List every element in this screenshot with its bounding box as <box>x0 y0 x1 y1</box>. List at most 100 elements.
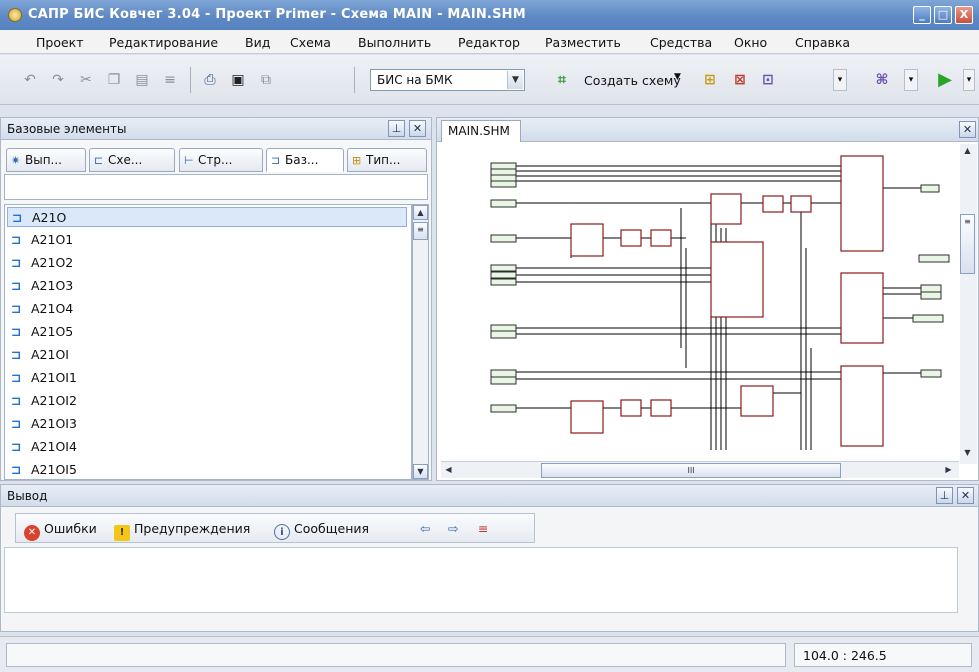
list-item[interactable]: ⊐ A21OI3 <box>7 414 407 434</box>
technology-select[interactable]: БИС на БМК ▼ <box>370 69 525 91</box>
verify-dropdown[interactable]: ▾ <box>904 69 918 91</box>
list-item[interactable]: ⊐ A21O4 <box>7 299 407 319</box>
list-item[interactable]: ⊐ A21O3 <box>7 276 407 296</box>
verify-icon[interactable]: ⌘ <box>872 69 892 91</box>
toolbar-overflow-dropdown[interactable]: ▾ <box>833 69 847 91</box>
tab-base[interactable]: ⊐ Баз... <box>266 148 344 172</box>
list-item[interactable]: ⊐ A21O <box>7 207 407 227</box>
list-item-label: A21O4 <box>31 301 74 316</box>
menu-tools[interactable]: Средства <box>650 35 712 50</box>
next-message-icon[interactable]: ⇨ <box>448 521 458 536</box>
list-item[interactable]: ⊐ A21O1 <box>7 230 407 250</box>
messages-filter-button[interactable]: i Сообщения <box>274 521 369 540</box>
output-panel: Вывод ⊥ ✕ ✕ Ошибки ! Предупреждения i Сообщ… <box>0 484 979 632</box>
save-icon[interactable]: ▣ <box>228 70 248 90</box>
scroll-thumb[interactable]: III <box>541 463 841 478</box>
menu-window[interactable]: Окно <box>734 35 767 50</box>
document-tabs: MAIN.SHM ✕ <box>437 118 978 142</box>
output-toolbar: ✕ Ошибки ! Предупреждения i Сообщения ⇦ ⇨ ≡ <box>15 513 535 543</box>
scroll-left-icon[interactable]: ◀ <box>441 463 456 478</box>
scroll-down-icon[interactable]: ▼ <box>413 464 428 479</box>
create-scheme-button[interactable]: Создать схему <box>584 73 681 88</box>
close-panel-icon[interactable]: ✕ <box>409 120 426 137</box>
warnings-filter-button[interactable]: ! Предупреждения <box>114 521 250 541</box>
save-all-icon[interactable]: ⧉ <box>256 70 276 90</box>
menu-project[interactable]: Проект <box>36 35 84 50</box>
list-item[interactable]: ⊐ A21OI2 <box>7 391 407 411</box>
list-item[interactable]: ⊐ A21OI1 <box>7 368 407 388</box>
run-icon[interactable]: ▶ <box>935 69 955 91</box>
output-log[interactable] <box>4 547 958 613</box>
run-dropdown[interactable]: ▾ <box>963 69 975 91</box>
scroll-right-icon[interactable]: ▶ <box>941 463 956 478</box>
undo-icon[interactable]: ↶ <box>20 70 40 90</box>
list-item[interactable]: ⊐ A21O5 <box>7 322 407 342</box>
scroll-down-icon[interactable]: ▼ <box>960 446 975 461</box>
schematic-diagram <box>490 155 950 450</box>
base-element-icon: ⊐ <box>11 324 22 339</box>
list-item-label: A21OI1 <box>31 370 77 385</box>
tab-types[interactable]: ⊞ Тип... <box>347 148 427 172</box>
base-element-icon: ⊐ <box>11 278 22 293</box>
scroll-thumb[interactable]: ≡ <box>413 222 428 240</box>
schematic-panel: MAIN.SHM ✕ ▲ ≡ ▼ ◀ III ▶ <box>436 117 979 481</box>
menu-run[interactable]: Выполнить <box>358 35 431 50</box>
close-document-icon[interactable]: ✕ <box>959 121 976 138</box>
create-scheme-dropdown-icon[interactable]: ▼ <box>674 72 681 82</box>
types-icon: ⊞ <box>352 154 362 167</box>
cut-icon[interactable]: ✂ <box>76 70 96 90</box>
status-bar: 104.0 : 246.5 <box>0 636 979 672</box>
schematic-vertical-scrollbar[interactable]: ▲ ≡ ▼ <box>960 144 977 464</box>
close-panel-icon[interactable]: ✕ <box>957 487 974 504</box>
element-list: ⊐ A21O ⊐ A21O1 ⊐ A21O2 ⊐ A21O3 ⊐ A21O4 ⊐ A21O5 ⊐ A21O… <box>4 204 412 480</box>
copy-icon[interactable]: ❐ <box>104 70 124 90</box>
element-list-scrollbar[interactable]: ▲ ≡ ▼ <box>412 204 429 480</box>
menu-view[interactable]: Вид <box>245 35 270 50</box>
base-element-icon: ⊐ <box>11 393 22 408</box>
open-icon[interactable]: ⎙ <box>200 70 220 90</box>
menu-edit[interactable]: Редактирование <box>109 35 218 50</box>
clear-messages-icon[interactable]: ≡ <box>478 521 488 536</box>
gear-icon: ✷ <box>11 154 21 167</box>
list-item[interactable]: ⊐ A21OI <box>7 345 407 365</box>
maximize-button[interactable]: □ <box>934 6 952 24</box>
minimize-button[interactable]: _ <box>913 6 931 24</box>
tab-schemes[interactable]: ⊏ Схе... <box>89 148 175 172</box>
menu-help[interactable]: Справка <box>795 35 850 50</box>
replace-element-icon[interactable]: ⊡ <box>758 69 778 91</box>
window-title: САПР БИС Ковчег 3.04 - Проект Primer - С… <box>28 7 526 22</box>
toolbar-separator <box>190 67 191 93</box>
tab-structure[interactable]: ⊢ Стр... <box>179 148 263 172</box>
messages-label: Сообщения <box>294 521 370 536</box>
menu-place[interactable]: Разместить <box>545 35 621 50</box>
schematic-canvas[interactable] <box>441 148 959 450</box>
schematic-horizontal-scrollbar[interactable]: ◀ III ▶ <box>441 461 959 478</box>
scheme-check-icon[interactable]: ⌗ <box>552 69 572 91</box>
redo-icon[interactable]: ↷ <box>48 70 68 90</box>
pin-icon[interactable]: ⊥ <box>936 487 953 504</box>
close-button[interactable]: X <box>955 6 973 24</box>
tab-run[interactable]: ✷ Вып... <box>6 148 86 172</box>
chevron-down-icon[interactable]: ▼ <box>507 71 523 89</box>
scroll-up-icon[interactable]: ▲ <box>413 205 428 220</box>
base-element-icon: ⊐ <box>11 462 22 477</box>
element-filter-input[interactable] <box>4 174 428 200</box>
list-item[interactable]: ⊐ A21OI4 <box>7 437 407 457</box>
output-header: Вывод ⊥ ✕ <box>1 485 978 507</box>
remove-element-icon[interactable]: ⊠ <box>730 69 750 91</box>
paste-icon[interactable]: ▤ <box>132 70 152 90</box>
menu-editor[interactable]: Редактор <box>458 35 520 50</box>
list-item[interactable]: ⊐ A21O2 <box>7 253 407 273</box>
list-item[interactable]: ⊐ A21OI5 <box>7 460 407 479</box>
menu-scheme[interactable]: Схема <box>290 35 331 50</box>
delete-icon[interactable]: ≡ <box>160 70 180 90</box>
tab-main-shm[interactable]: MAIN.SHM <box>441 120 521 142</box>
scroll-up-icon[interactable]: ▲ <box>960 144 975 159</box>
base-element-icon: ⊐ <box>12 210 23 225</box>
add-element-icon[interactable]: ⊞ <box>700 69 720 91</box>
pin-icon[interactable]: ⊥ <box>388 120 405 137</box>
prev-message-icon[interactable]: ⇦ <box>420 521 430 536</box>
title-bar[interactable]: САПР БИС Ковчег 3.04 - Проект Primer - С… <box>0 0 979 30</box>
scroll-thumb[interactable]: ≡ <box>960 214 975 274</box>
errors-filter-button[interactable]: ✕ Ошибки <box>24 521 97 541</box>
